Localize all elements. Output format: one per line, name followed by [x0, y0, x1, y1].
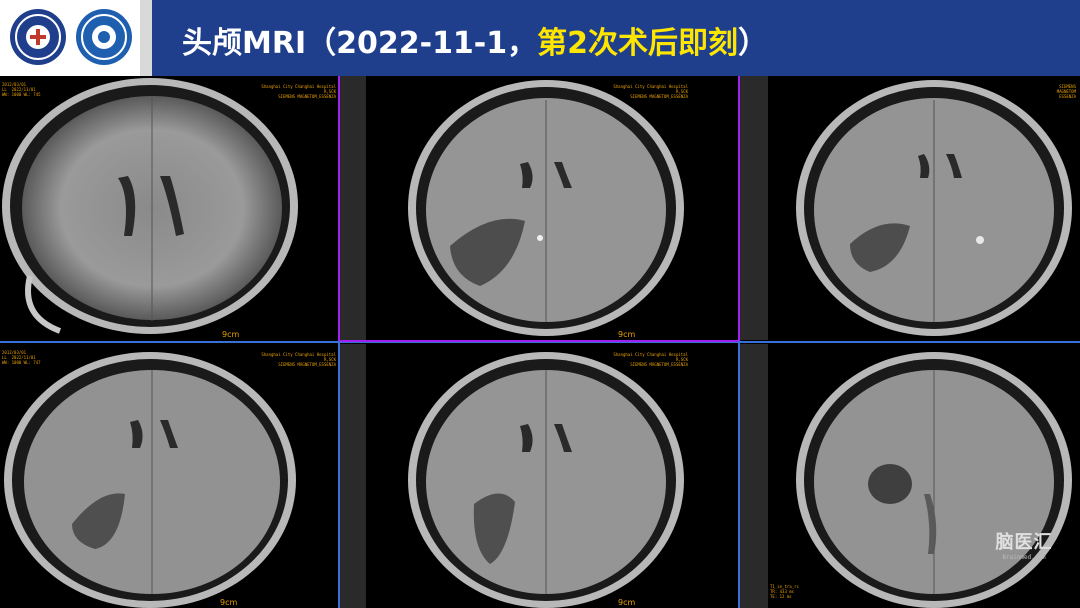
slide-title: 头颅MRI（2022-11-1，第2次术后即刻） — [182, 18, 768, 62]
scan-1-scale-label: 9cm — [222, 330, 240, 339]
watermark-text: 脑医汇 — [995, 532, 1053, 553]
mri-scan-5: Shanghai City Changhai Hospital R,SCK SI… — [340, 344, 738, 608]
title-main-text: 头颅MRI（2022-11-1， — [182, 26, 538, 61]
mri-scan-2: Shanghai City Changhai Hospital R,SCK SI… — [340, 76, 738, 340]
divider-purple-1 — [338, 76, 340, 342]
scan-4-info-right: Shanghai City Changhai Hospital R,SCK SI… — [261, 352, 336, 367]
scan-4-info-left: 2012/03/01 LL 2022/11/01 WW: 1000 WL: 74… — [2, 350, 41, 365]
university-logo-icon — [10, 9, 66, 65]
mri-scan-3: SIEMENS MAGNETOM ESSENZA — [740, 76, 1080, 340]
scan-2-info-right: Shanghai City Changhai Hospital R,SCK SI… — [613, 84, 688, 99]
scan-6-info-left: T1_se_tra_rc TR: 433 ms TE: 12 ms — [770, 584, 799, 599]
scan-3-info-right: SIEMENS MAGNETOM ESSENZA — [1056, 84, 1076, 99]
scan-5-info-right: Shanghai City Changhai Hospital R,SCK SI… — [613, 352, 688, 367]
mri-scan-4: 2012/03/01 LL 2022/11/01 WW: 1000 WL: 74… — [0, 344, 338, 608]
logo-panel — [0, 0, 140, 76]
divider-blue-2 — [738, 342, 740, 608]
watermark-logo: 脑医汇 Brainmed.com — [984, 524, 1064, 574]
mri-scan-1: 2012/03/01 LL 2022/11/01 WW: 1000 WL: 74… — [0, 76, 338, 340]
scan-1-info-left: 2012/03/01 LL 2022/11/01 WW: 1000 WL: 74… — [2, 82, 41, 97]
watermark-sub: Brainmed.com — [1002, 554, 1046, 561]
scan-1-info-right: Shanghai City Changhai Hospital R,SCK SI… — [261, 84, 336, 99]
title-accent-bar — [140, 0, 152, 76]
divider-horizontal-purple — [340, 340, 738, 342]
scan-5-scale-label: 9cm — [618, 598, 636, 607]
scan-2-scale-label: 9cm — [618, 330, 636, 339]
title-highlight-text: 第2次术后即刻 — [537, 26, 739, 61]
slide-header: 头颅MRI（2022-11-1，第2次术后即刻） — [0, 0, 1080, 76]
title-end-text: ） — [738, 26, 769, 61]
divider-blue-1 — [338, 342, 340, 608]
divider-purple-2 — [738, 76, 740, 342]
hospital-logo-icon — [76, 9, 132, 65]
scan-4-scale-label: 9cm — [220, 598, 238, 607]
